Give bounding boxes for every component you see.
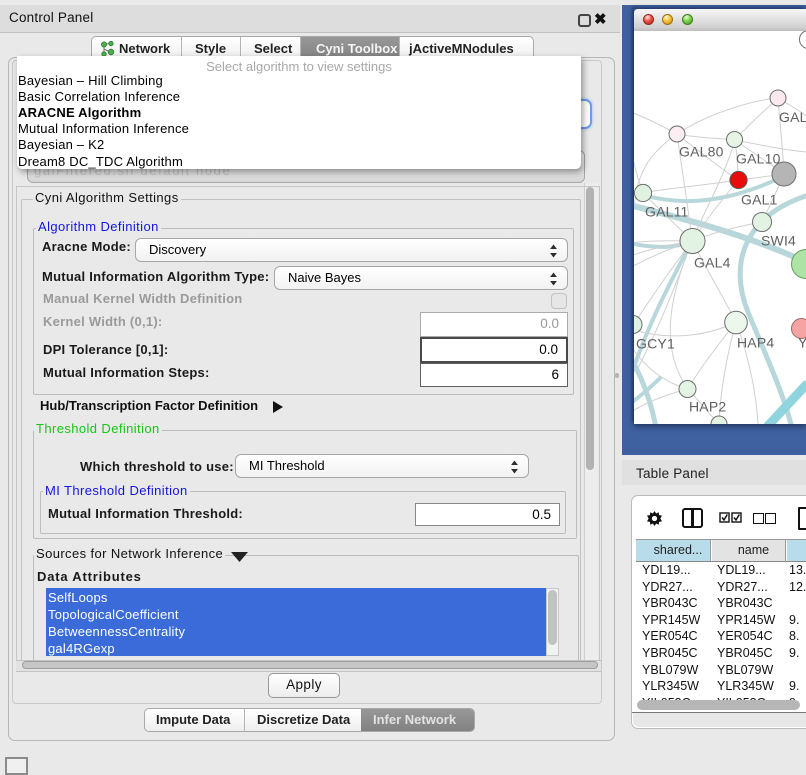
svg-text:HAP4: HAP4: [737, 335, 774, 351]
svg-text:GAL10: GAL10: [736, 151, 781, 167]
svg-text:GAL11: GAL11: [645, 204, 689, 220]
svg-text:GAL1: GAL1: [741, 192, 778, 208]
svg-text:SWI4: SWI4: [761, 233, 796, 249]
svg-text:HAP2: HAP2: [689, 399, 726, 415]
svg-text:YM: YM: [798, 335, 806, 351]
svg-text:GAL7: GAL7: [779, 109, 806, 125]
svg-text:GAL4: GAL4: [694, 255, 731, 271]
svg-text:GAL80: GAL80: [679, 144, 724, 160]
svg-text:GCY1: GCY1: [636, 336, 675, 352]
